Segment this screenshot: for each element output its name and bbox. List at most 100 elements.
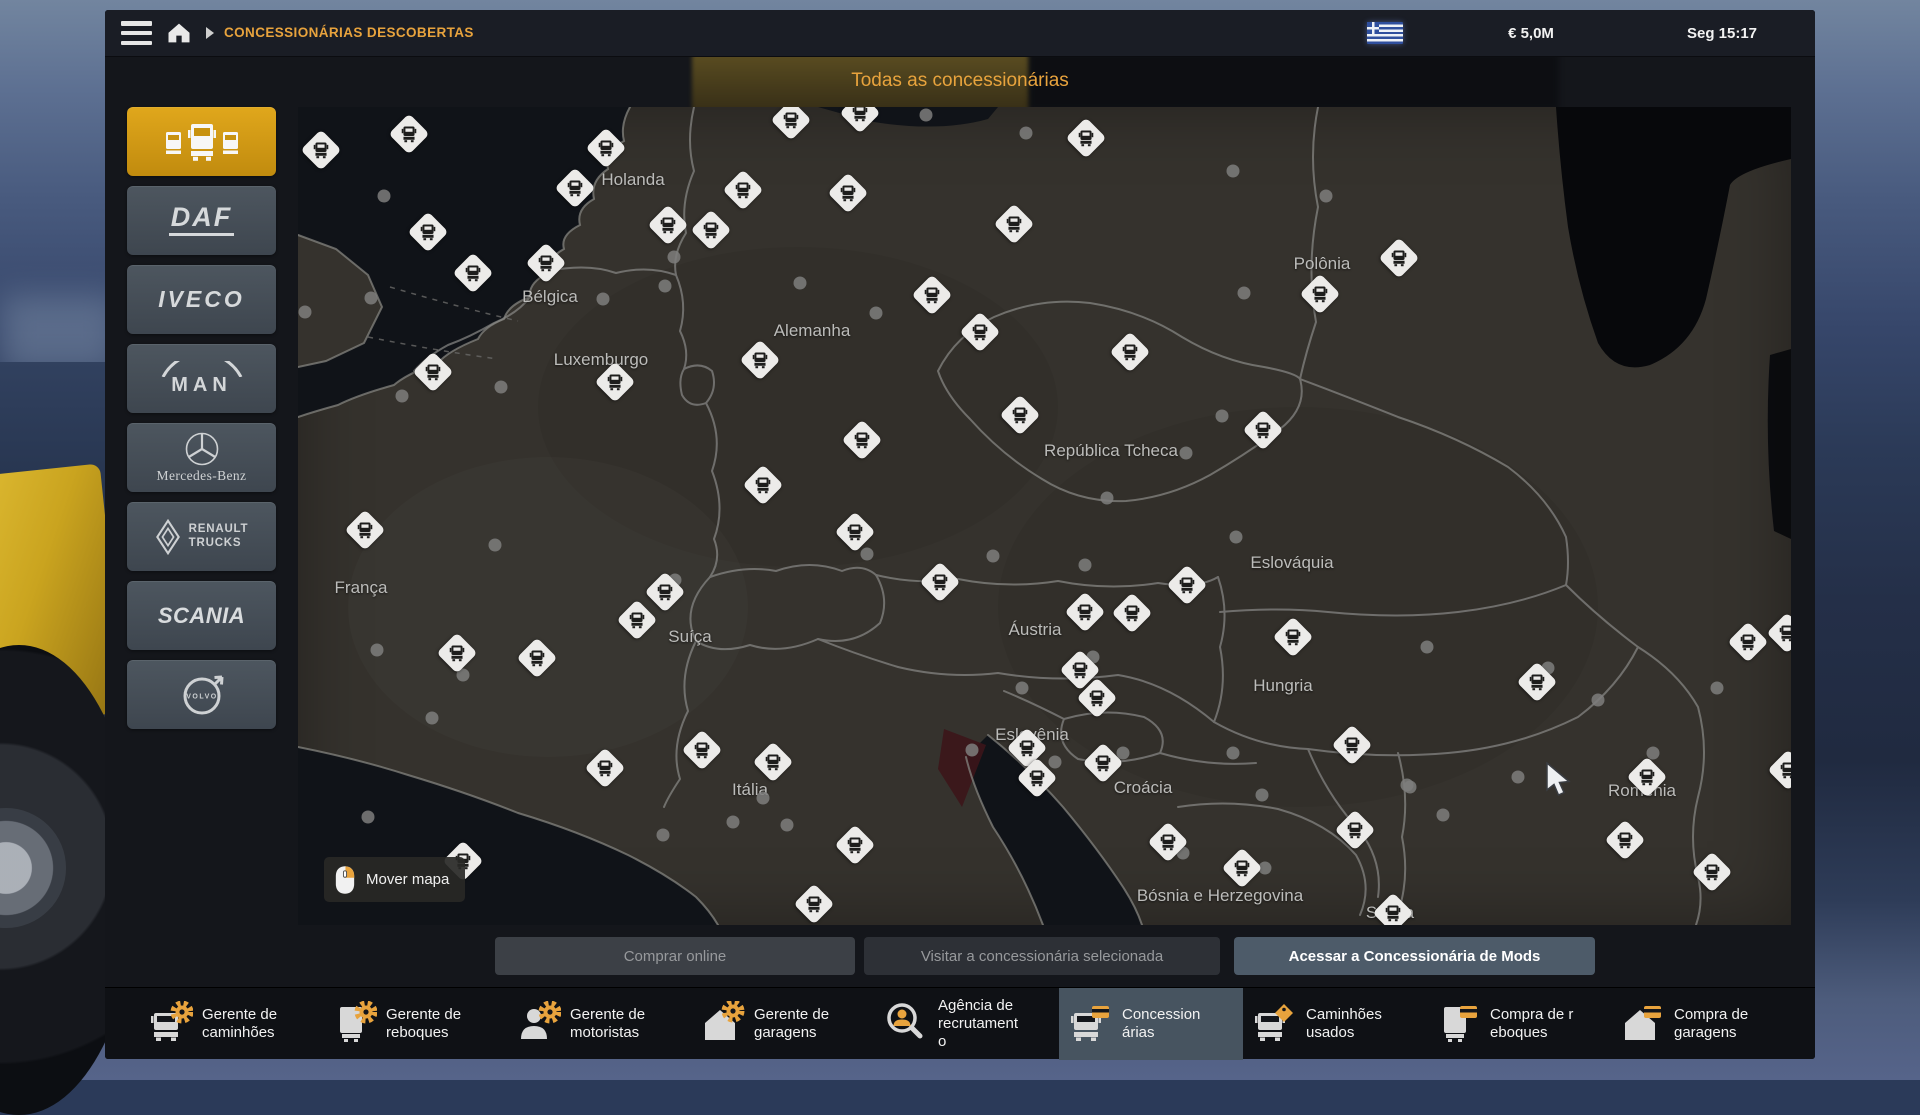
tab-label: Gerente de garagens	[754, 1006, 838, 1042]
tab-gerente-de-motoristas[interactable]: Gerente de motoristas	[507, 988, 691, 1060]
tab-label: Gerente de reboques	[386, 1006, 470, 1042]
visit-selected-dealer-button[interactable]: Visitar a concessionária selecionada	[864, 937, 1220, 975]
country-label-austria: Áustria	[1009, 620, 1062, 640]
garage-gear-icon	[699, 1001, 745, 1047]
city-dot	[1421, 641, 1434, 654]
country-label-belgica: Bélgica	[522, 287, 578, 307]
city-dot	[489, 539, 502, 552]
brand-button-man[interactable]: MAN	[127, 344, 276, 413]
brand-button-volvo[interactable]: VOLVO	[127, 660, 276, 729]
dealer-card-icon	[1067, 1001, 1113, 1047]
home-icon	[165, 19, 193, 47]
mouse-icon	[334, 865, 356, 895]
city-dot	[987, 550, 1000, 563]
city-dot	[371, 644, 384, 657]
buy-online-button[interactable]: Comprar online	[495, 937, 855, 975]
city-dot	[1079, 559, 1092, 572]
tab-concessionarias[interactable]: Concessionárias	[1059, 988, 1243, 1060]
tab-label: Gerente de caminhões	[202, 1006, 286, 1042]
tab-label: Agência de recrutamento	[938, 997, 1022, 1051]
city-dot	[657, 829, 670, 842]
city-dot	[668, 251, 681, 264]
mouse-cursor	[1545, 762, 1571, 803]
city-dot	[861, 548, 874, 561]
bottom-tab-bar: Gerente de caminhões Gerente de reboques G…	[105, 987, 1815, 1059]
tab-agencia-de-recrutamento[interactable]: Agência de recrutamento	[875, 988, 1059, 1060]
brand-sidebar: DAF IVECO MAN Mercedes-Benz RENAULTTRUCKS SCA…	[127, 107, 276, 729]
dealer-map[interactable]: Holanda Bélgica Luxemburgo Alemanha Polônia R…	[298, 107, 1791, 925]
tab-label: Concessionárias	[1122, 1006, 1206, 1042]
city-dot	[1320, 190, 1333, 203]
city-dot	[396, 390, 409, 403]
city-dot	[597, 293, 610, 306]
page-title: Todas as concessionárias	[105, 70, 1815, 92]
city-dot	[1711, 682, 1724, 695]
country-label-polonia: Polônia	[1294, 254, 1351, 274]
city-dot	[1238, 287, 1251, 300]
city-dot	[757, 792, 770, 805]
country-label-luxemburgo: Luxemburgo	[554, 350, 649, 370]
city-dot	[1016, 682, 1029, 695]
garage-purchase-icon	[1619, 1001, 1665, 1047]
top-bar: CONCESSIONÁRIAS DESCOBERTAS € 5,0M Seg 1…	[105, 10, 1815, 57]
mod-dealer-button[interactable]: Acessar a Concessionária de Mods	[1234, 937, 1595, 975]
tab-gerente-de-reboques[interactable]: Gerente de reboques	[323, 988, 507, 1060]
city-dot	[1256, 789, 1269, 802]
home-button[interactable]	[165, 19, 193, 47]
city-dot	[378, 190, 391, 203]
tab-label: Gerente de motoristas	[570, 1006, 654, 1042]
country-label-holanda: Holanda	[601, 170, 664, 190]
menu-button[interactable]	[121, 21, 152, 45]
city-dot	[794, 277, 807, 290]
city-dot	[299, 306, 312, 319]
tab-compra-de-reboques[interactable]: Compra de reboques	[1427, 988, 1611, 1060]
breadcrumb: CONCESSIONÁRIAS DESCOBERTAS	[224, 25, 474, 40]
city-dot	[920, 109, 933, 122]
svg-text:VOLVO: VOLVO	[186, 693, 217, 700]
tab-gerente-de-garagens[interactable]: Gerente de garagens	[691, 988, 875, 1060]
brand-button-scania[interactable]: SCANIA	[127, 581, 276, 650]
country-label-eslovaquia: Eslováquia	[1250, 553, 1333, 573]
tab-label: Caminhões usados	[1306, 1006, 1390, 1042]
city-dot	[1227, 165, 1240, 178]
city-dot	[1020, 127, 1033, 140]
city-dot	[495, 381, 508, 394]
country-label-franca: França	[335, 578, 388, 598]
tab-caminhoes-usados[interactable]: Caminhões usados	[1243, 988, 1427, 1060]
city-dot	[1227, 747, 1240, 760]
country-label-croacia: Croácia	[1114, 778, 1173, 798]
tab-compra-de-garagens[interactable]: Compra de garagens	[1611, 988, 1795, 1060]
city-dot	[1101, 492, 1114, 505]
brand-button-daf[interactable]: DAF	[127, 186, 276, 255]
player-money: € 5,0M	[1461, 25, 1601, 42]
game-time: Seg 15:17	[1652, 25, 1792, 42]
tab-gerente-de-caminhoes[interactable]: Gerente de caminhões	[139, 988, 323, 1060]
city-dot	[870, 307, 883, 320]
brand-button-renault-trucks[interactable]: RENAULTTRUCKS	[127, 502, 276, 571]
country-label-republica-tcheca: República Tcheca	[1044, 441, 1178, 461]
city-dot	[1437, 809, 1450, 822]
city-dot	[1404, 781, 1417, 794]
city-dot	[781, 819, 794, 832]
city-dot	[659, 280, 672, 293]
used-truck-icon	[1251, 1001, 1297, 1047]
driver-gear-icon	[515, 1001, 561, 1047]
brand-button-all-trucks[interactable]	[127, 107, 276, 176]
greece-flag-icon	[1367, 22, 1403, 44]
city-dot	[1049, 756, 1062, 769]
city-dot	[1592, 694, 1605, 707]
move-map-hint: Mover mapa	[324, 857, 465, 902]
country-label-alemanha: Alemanha	[774, 321, 851, 341]
tab-label: Compra de reboques	[1490, 1006, 1574, 1042]
city-dot	[365, 292, 378, 305]
city-dot	[966, 744, 979, 757]
city-dot	[1230, 531, 1243, 544]
city-dot	[727, 816, 740, 829]
city-dot	[1180, 447, 1193, 460]
recruitment-icon	[883, 1001, 929, 1047]
brand-button-mercedes-benz[interactable]: Mercedes-Benz	[127, 423, 276, 492]
brand-button-iveco[interactable]: IVECO	[127, 265, 276, 334]
trailer-purchase-icon	[1435, 1001, 1481, 1047]
country-label-hungria: Hungria	[1253, 676, 1313, 696]
truck-gear-icon	[147, 1001, 193, 1047]
